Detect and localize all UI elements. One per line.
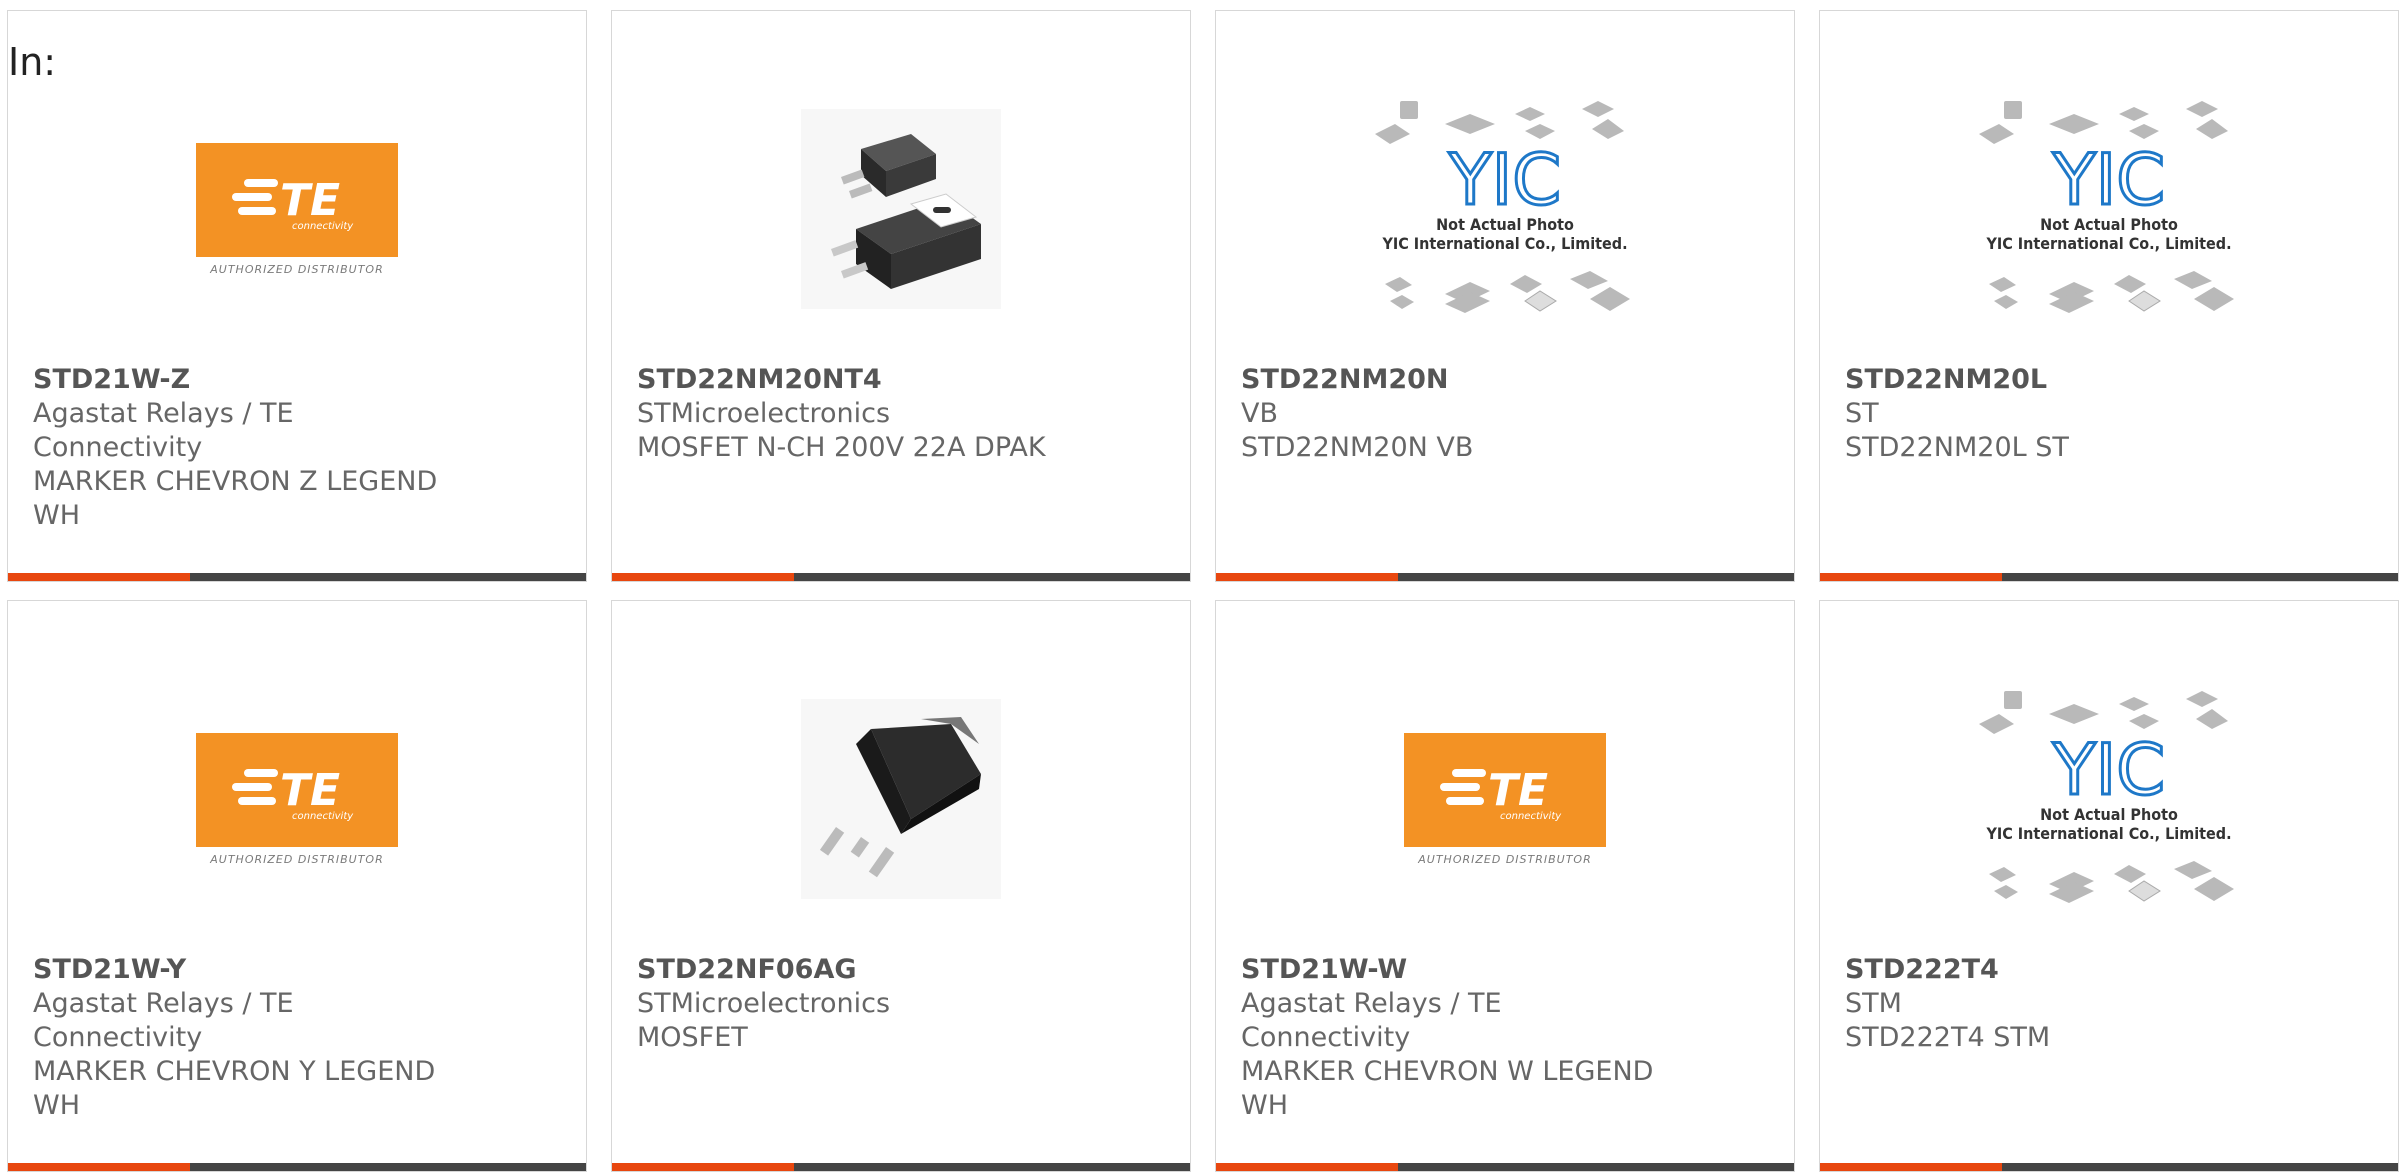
svg-text:TE: TE <box>1488 765 1548 816</box>
product-info: STD21W-Y Agastat Relays / TE Connectivit… <box>33 953 446 1123</box>
description: MARKER CHEVRON Z LEGEND WH <box>33 466 438 531</box>
description: MARKER CHEVRON Y LEGEND WH <box>33 1056 436 1121</box>
product-info: STD22NM20N VB STD22NM20N VB <box>1241 363 1654 465</box>
card-footer-bar <box>8 573 586 581</box>
product-card[interactable]: YIC Not Actual Photo YIC International C… <box>1819 600 2399 1172</box>
product-card[interactable]: TE connectivity AUTHORIZED DISTRIBUTOR S… <box>1215 600 1795 1172</box>
svg-text:connectivity: connectivity <box>292 221 354 232</box>
product-image[interactable] <box>612 59 1190 359</box>
part-number-link[interactable]: STD21W-W <box>1241 953 1654 987</box>
product-card[interactable]: STD22NM20NT4 STMicroelectronics MOSFET N… <box>611 10 1191 582</box>
svg-text:connectivity: connectivity <box>292 811 354 822</box>
manufacturer: VB <box>1241 398 1278 429</box>
product-info: STD22NM20L ST STD22NM20L ST <box>1845 363 2258 465</box>
card-footer-bar <box>1216 573 1794 581</box>
manufacturer: ST <box>1845 398 1879 429</box>
part-number-link[interactable]: STD21W-Z <box>33 363 446 397</box>
manufacturer: STMicroelectronics <box>637 398 891 429</box>
te-connectivity-logo: TE connectivity AUTHORIZED DISTRIBUTOR <box>196 142 398 276</box>
logo-caption: AUTHORIZED DISTRIBUTOR <box>1418 852 1592 866</box>
product-card[interactable]: TE connectivity AUTHORIZED DISTRIBUTOR S… <box>7 10 587 582</box>
part-number-link[interactable]: STD222T4 <box>1845 953 2258 987</box>
yic-placeholder-image: YIC Not Actual Photo YIC International C… <box>1974 679 2244 919</box>
svg-text:YIC: YIC <box>2052 729 2165 811</box>
card-footer-bar <box>612 573 1190 581</box>
product-info: STD21W-W Agastat Relays / TE Connectivit… <box>1241 953 1654 1123</box>
manufacturer: Agastat Relays / TE Connectivity <box>1241 988 1502 1053</box>
product-image[interactable]: TE connectivity AUTHORIZED DISTRIBUTOR <box>1216 649 1794 949</box>
manufacturer: STMicroelectronics <box>637 988 891 1019</box>
product-card[interactable]: YIC Not Actual Photo YIC International C… <box>1819 10 2399 582</box>
yic-placeholder-image: YIC Not Actual Photo YIC International C… <box>1974 89 2244 329</box>
product-image[interactable]: YIC Not Actual Photo YIC International C… <box>1820 59 2398 359</box>
product-info: STD22NF06AG STMicroelectronics MOSFET <box>637 953 1050 1055</box>
description: STD22NM20L ST <box>1845 432 2069 463</box>
dpak-single-photo <box>801 699 1001 899</box>
description: STD222T4 STM <box>1845 1022 2051 1053</box>
svg-text:TE: TE <box>280 175 340 226</box>
description: STD22NM20N VB <box>1241 432 1474 463</box>
card-footer-bar <box>1820 1163 2398 1171</box>
product-grid: TE connectivity AUTHORIZED DISTRIBUTOR S… <box>0 0 2400 1172</box>
description: MOSFET <box>637 1022 748 1053</box>
card-footer-bar <box>1820 573 2398 581</box>
svg-text:connectivity: connectivity <box>1500 811 1562 822</box>
logo-caption: AUTHORIZED DISTRIBUTOR <box>210 262 384 276</box>
te-connectivity-logo: TE connectivity AUTHORIZED DISTRIBUTOR <box>196 732 398 866</box>
product-info: STD222T4 STM STD222T4 STM <box>1845 953 2258 1055</box>
svg-text:TE: TE <box>280 765 340 816</box>
part-number-link[interactable]: STD22NM20L <box>1845 363 2258 397</box>
svg-text:YIC: YIC <box>1448 139 1561 221</box>
product-image[interactable]: YIC Not Actual Photo YIC International C… <box>1820 649 2398 949</box>
part-number-link[interactable]: STD22NM20NT4 <box>637 363 1050 397</box>
product-image[interactable]: YIC Not Actual Photo YIC International C… <box>1216 59 1794 359</box>
te-connectivity-logo: TE connectivity AUTHORIZED DISTRIBUTOR <box>1404 732 1606 866</box>
dpak-package-photo <box>801 109 1001 309</box>
in-label: In: <box>8 40 57 84</box>
product-info: STD22NM20NT4 STMicroelectronics MOSFET N… <box>637 363 1050 465</box>
product-card[interactable]: YIC Not Actual Photo YIC International C… <box>1215 10 1795 582</box>
manufacturer: Agastat Relays / TE Connectivity <box>33 988 294 1053</box>
product-image[interactable]: TE connectivity AUTHORIZED DISTRIBUTOR <box>8 59 586 359</box>
part-number-link[interactable]: STD22NF06AG <box>637 953 1050 987</box>
card-footer-bar <box>8 1163 586 1171</box>
product-card[interactable]: TE connectivity AUTHORIZED DISTRIBUTOR S… <box>7 600 587 1172</box>
product-info: STD21W-Z Agastat Relays / TE Connectivit… <box>33 363 446 533</box>
yic-placeholder-image: YIC Not Actual Photo YIC International C… <box>1370 89 1640 329</box>
card-footer-bar <box>612 1163 1190 1171</box>
product-card[interactable]: STD22NF06AG STMicroelectronics MOSFET <box>611 600 1191 1172</box>
logo-caption: AUTHORIZED DISTRIBUTOR <box>210 852 384 866</box>
product-image[interactable]: TE connectivity AUTHORIZED DISTRIBUTOR <box>8 649 586 949</box>
part-number-link[interactable]: STD22NM20N <box>1241 363 1654 397</box>
card-footer-bar <box>1216 1163 1794 1171</box>
product-image[interactable] <box>612 649 1190 949</box>
manufacturer: Agastat Relays / TE Connectivity <box>33 398 294 463</box>
part-number-link[interactable]: STD21W-Y <box>33 953 446 987</box>
description: MOSFET N-CH 200V 22A DPAK <box>637 432 1046 463</box>
svg-text:YIC: YIC <box>2052 139 2165 221</box>
description: MARKER CHEVRON W LEGEND WH <box>1241 1056 1654 1121</box>
manufacturer: STM <box>1845 988 1902 1019</box>
